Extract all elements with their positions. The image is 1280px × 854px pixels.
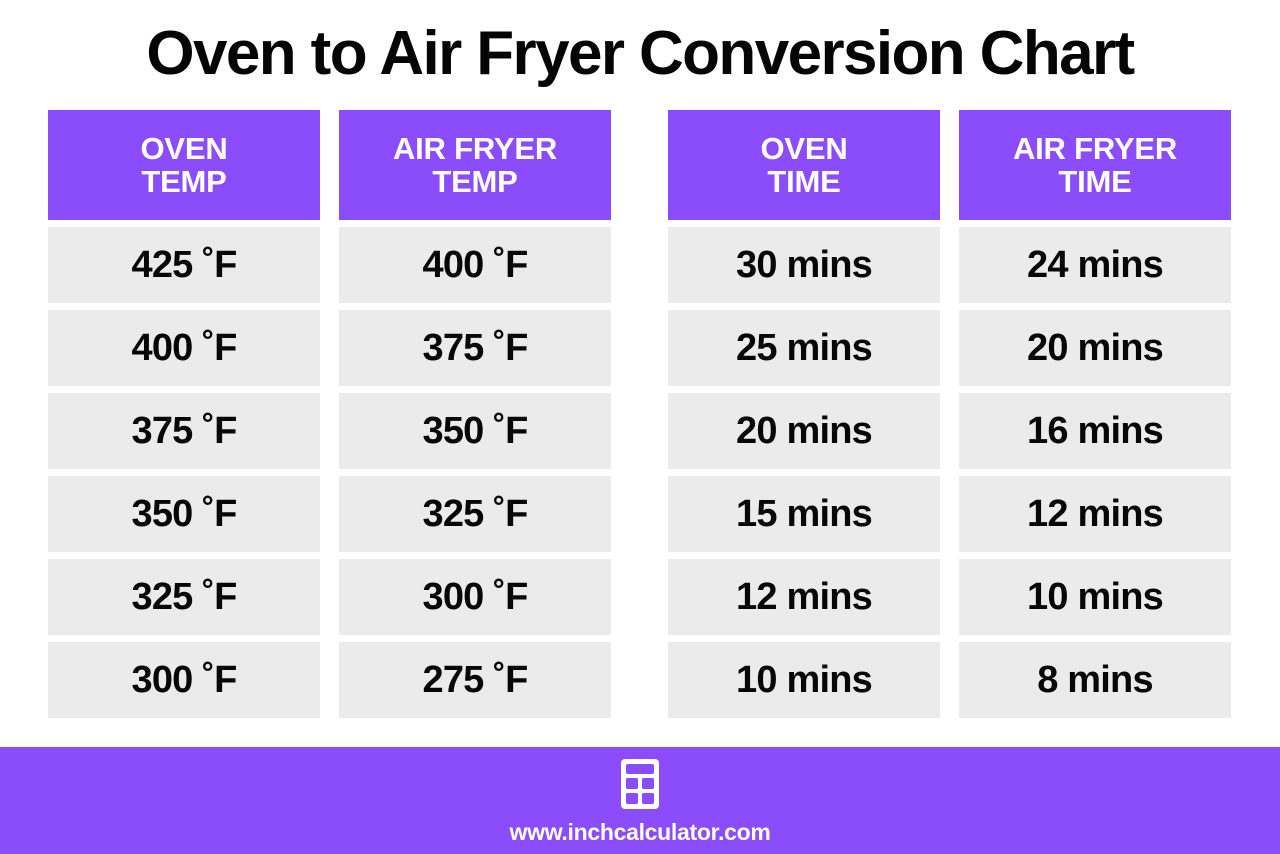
- footer-url[interactable]: www.inchcalculator.com: [510, 819, 771, 846]
- column-air-fryer-temp: AIR FRYER TEMP 400 ˚F 375 ˚F 350 ˚F 325 …: [339, 110, 611, 718]
- header-line-1: AIR FRYER: [1012, 130, 1178, 166]
- calculator-key: [642, 778, 654, 789]
- table-cell: 20 mins: [959, 310, 1231, 386]
- column-oven-temp: OVEN TEMP 425 ˚F 400 ˚F 375 ˚F 350 ˚F 32…: [48, 110, 320, 718]
- header-line-2: TIME: [1058, 164, 1132, 199]
- table-cell: 8 mins: [959, 642, 1231, 718]
- table-cell: 400 ˚F: [339, 227, 611, 303]
- calculator-screen: [626, 764, 654, 774]
- table-cell: 16 mins: [959, 393, 1231, 469]
- table-cell: 12 mins: [668, 559, 940, 635]
- table-cell: 350 ˚F: [48, 476, 320, 552]
- table-cell: 325 ˚F: [48, 559, 320, 635]
- header-line-1: OVEN: [140, 130, 228, 166]
- table-cell: 375 ˚F: [48, 393, 320, 469]
- table-cell: 15 mins: [668, 476, 940, 552]
- column-header-oven-time: OVEN TIME: [668, 110, 940, 220]
- header-line-2: TEMP: [432, 164, 518, 199]
- calculator-key: [626, 778, 638, 789]
- calculator-key: [626, 793, 638, 804]
- table-cell: 30 mins: [668, 227, 940, 303]
- footer: www.inchcalculator.com: [0, 747, 1280, 854]
- header-line-2: TIME: [767, 164, 841, 199]
- header-line-2: TEMP: [141, 164, 227, 199]
- table-cell: 300 ˚F: [339, 559, 611, 635]
- table-cell: 275 ˚F: [339, 642, 611, 718]
- table-cell: 25 mins: [668, 310, 940, 386]
- table-cell: 425 ˚F: [48, 227, 320, 303]
- table-cell: 400 ˚F: [48, 310, 320, 386]
- calculator-key: [642, 793, 654, 804]
- table-cell: 350 ˚F: [339, 393, 611, 469]
- column-air-fryer-time: AIR FRYER TIME 24 mins 20 mins 16 mins 1…: [959, 110, 1231, 718]
- column-header-oven-temp: OVEN TEMP: [48, 110, 320, 220]
- header-line-1: OVEN: [760, 130, 848, 166]
- page-title: Oven to Air Fryer Conversion Chart: [146, 19, 1135, 88]
- table-cell: 10 mins: [668, 642, 940, 718]
- calculator-icon: [621, 759, 659, 809]
- column-oven-time: OVEN TIME 30 mins 25 mins 20 mins 15 min…: [668, 110, 940, 718]
- table-cell: 300 ˚F: [48, 642, 320, 718]
- table-cell: 10 mins: [959, 559, 1231, 635]
- table-cell: 24 mins: [959, 227, 1231, 303]
- table-cell: 20 mins: [668, 393, 940, 469]
- table-cell: 12 mins: [959, 476, 1231, 552]
- column-header-air-fryer-temp: AIR FRYER TEMP: [339, 110, 611, 220]
- table-cell: 325 ˚F: [339, 476, 611, 552]
- header-line-1: AIR FRYER: [392, 130, 558, 166]
- calculator-keys: [626, 778, 654, 804]
- table-cell: 375 ˚F: [339, 310, 611, 386]
- column-header-air-fryer-time: AIR FRYER TIME: [959, 110, 1231, 220]
- conversion-table: OVEN TEMP 425 ˚F 400 ˚F 375 ˚F 350 ˚F 32…: [48, 110, 1232, 722]
